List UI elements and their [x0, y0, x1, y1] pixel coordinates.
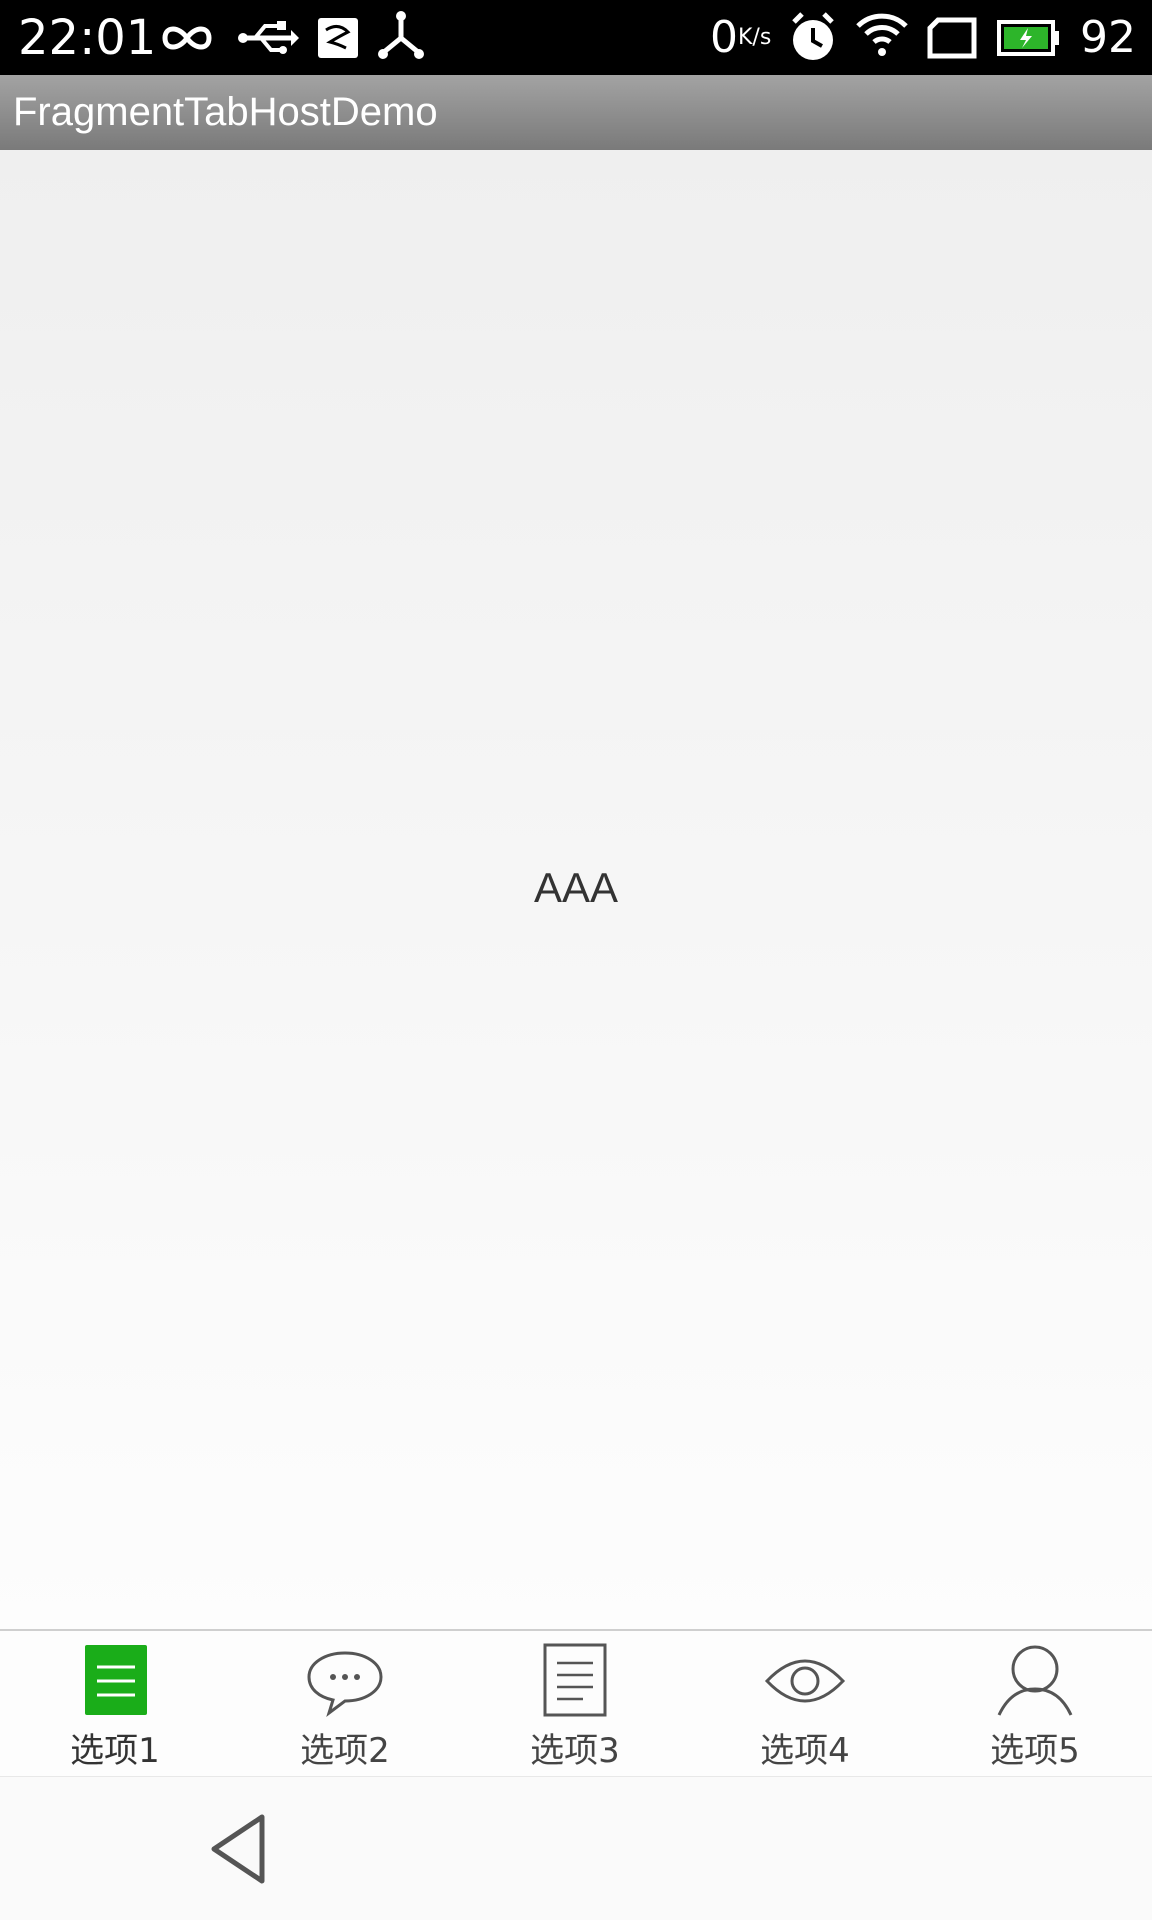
sim-icon [927, 17, 977, 59]
status-bar: 22:01 0K/s 92 [0, 0, 1152, 75]
tab-3[interactable]: 选项3 [460, 1631, 690, 1776]
notification-app-icon [318, 18, 358, 58]
chat-bubble-icon [307, 1651, 383, 1717]
share-icon [378, 11, 424, 59]
tab-1[interactable]: 选项1 [0, 1631, 230, 1776]
back-button-icon[interactable] [200, 1809, 280, 1889]
tab-4[interactable]: 选项4 [690, 1631, 920, 1776]
app-title: FragmentTabHostDemo [13, 90, 438, 134]
battery-icon [997, 20, 1059, 56]
tab-label: 选项4 [760, 1731, 850, 1771]
tab-label: 选项5 [990, 1731, 1080, 1771]
tab-label: 选项3 [530, 1731, 620, 1771]
usb-icon [238, 21, 299, 54]
fragment-text: AAA [533, 864, 619, 911]
tab-2[interactable]: 选项2 [230, 1631, 460, 1776]
fragment-content: AAA [0, 150, 1152, 1629]
status-time: 22:01 [18, 10, 157, 66]
navigation-bar [0, 1776, 1152, 1920]
network-speed: 0K/s [710, 12, 772, 63]
action-bar: FragmentTabHostDemo [0, 75, 1152, 150]
document-icon [85, 1645, 147, 1715]
infinity-icon [162, 26, 212, 50]
tab-label: 选项2 [300, 1731, 390, 1771]
tab-5[interactable]: 选项5 [920, 1631, 1150, 1776]
eye-icon [764, 1659, 846, 1703]
person-icon [997, 1645, 1073, 1716]
tab-bar: 选项1 选项2 选项3 选项4 选项5 [0, 1629, 1152, 1776]
alarm-icon [792, 12, 834, 60]
tab-label: 选项1 [70, 1731, 160, 1771]
note-icon [543, 1643, 607, 1717]
battery-level: 92 [1080, 12, 1136, 63]
wifi-icon [856, 13, 908, 56]
